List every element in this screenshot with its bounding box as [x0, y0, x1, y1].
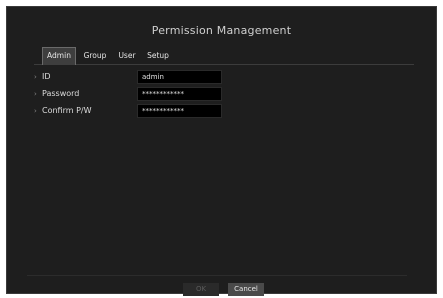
confirm-password-row-label: › Confirm P/W [34, 105, 92, 117]
id-label: ID [42, 72, 51, 81]
chevron-right-icon: › [34, 90, 37, 98]
tab-user[interactable]: User [116, 47, 138, 65]
password-row-label: › Password [34, 88, 79, 100]
chevron-right-icon: › [34, 73, 37, 81]
footer-divider [27, 275, 407, 276]
id-row-label: › ID [34, 71, 51, 83]
password-field[interactable] [137, 87, 222, 101]
password-label: Password [42, 89, 80, 98]
chevron-right-icon: › [34, 107, 37, 115]
ok-button[interactable]: OK [183, 283, 219, 296]
confirm-password-label: Confirm P/W [42, 106, 92, 115]
tab-setup[interactable]: Setup [144, 47, 172, 65]
tab-group[interactable]: Group [81, 47, 109, 65]
tab-bar: Admin Group User Setup [34, 44, 414, 65]
confirm-password-field[interactable] [137, 104, 222, 118]
tab-admin[interactable]: Admin [42, 47, 76, 65]
dialog-title: Permission Management [151, 24, 292, 37]
permission-management-dialog: Permission Management Admin Group User S… [6, 6, 437, 294]
cancel-button[interactable]: Cancel [228, 283, 264, 296]
id-field[interactable] [137, 70, 222, 84]
